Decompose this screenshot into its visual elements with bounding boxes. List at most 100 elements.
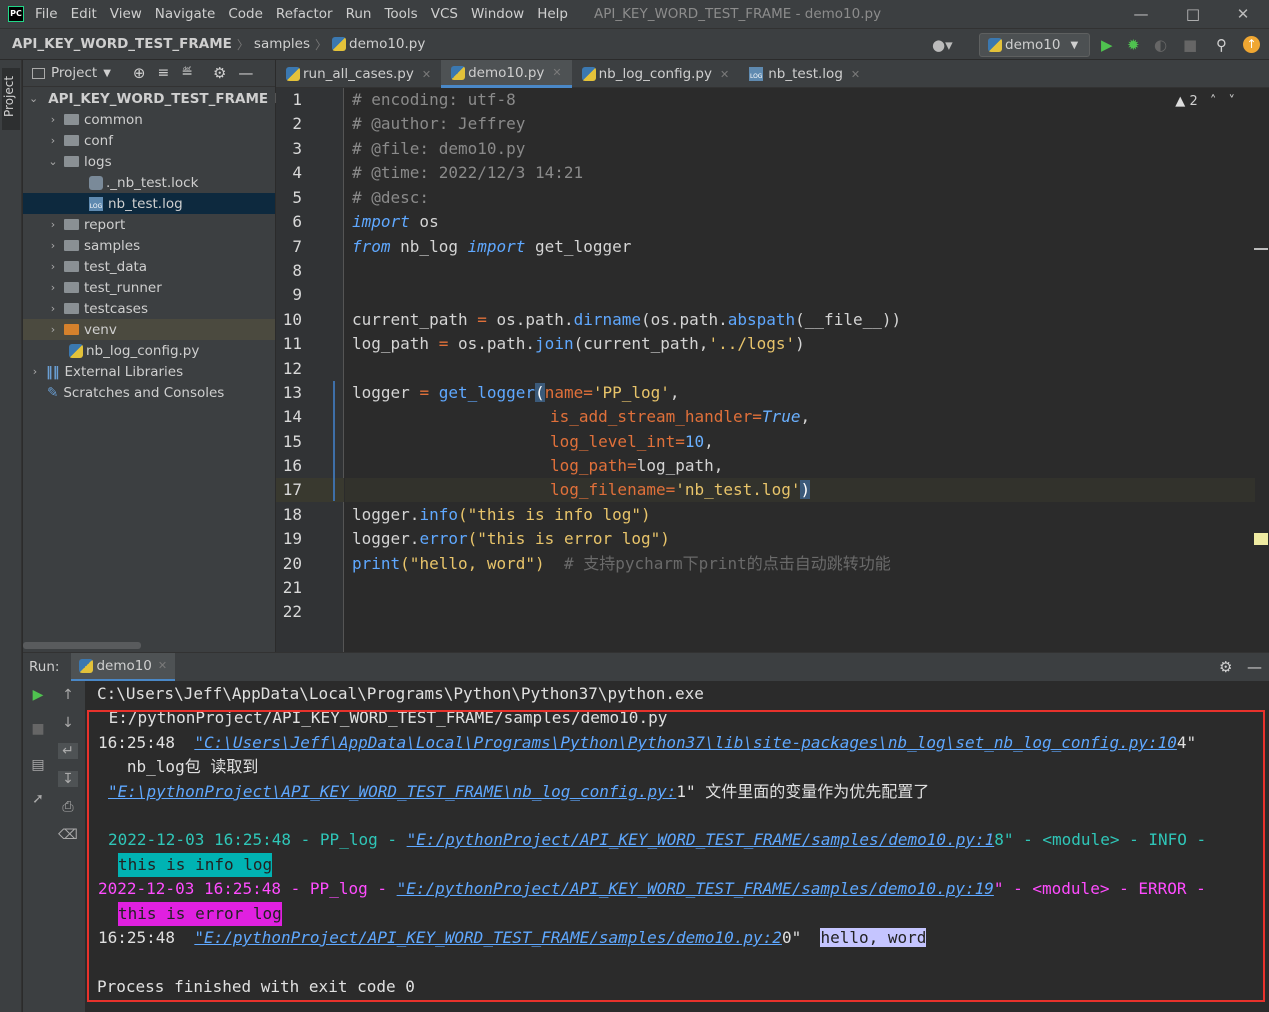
tree-item-nb-test-lock[interactable]: ._nb_test.lock (23, 172, 275, 193)
debug-icon[interactable]: ✹ (1127, 37, 1140, 53)
menu-edit[interactable]: Edit (71, 6, 97, 22)
python-file-icon (581, 67, 596, 81)
tree-item-nb-test-log[interactable]: LOG nb_test.log (23, 193, 275, 214)
close-tab-icon[interactable]: ✕ (720, 68, 729, 81)
vertical-scrollbar[interactable] (1254, 88, 1269, 652)
close-tab-icon[interactable]: ✕ (422, 68, 431, 81)
python-file-icon (79, 658, 94, 673)
line-number: 13 (282, 383, 302, 402)
hide-panel-icon[interactable]: — (238, 64, 253, 82)
tree-item-scratches[interactable]: ✎ Scratches and Consoles (23, 382, 275, 403)
menu-window[interactable]: Window (471, 6, 524, 22)
tree-item-testcases[interactable]: › testcases (23, 298, 275, 319)
maximize-button[interactable]: □ (1169, 0, 1217, 28)
menu-vcs[interactable]: VCS (431, 6, 458, 22)
rerun-icon[interactable]: ▶ (28, 687, 48, 703)
tree-item-test-runner[interactable]: › test_runner (23, 277, 275, 298)
code-line-15: log_level_int=10, (550, 430, 714, 454)
tree-item-external-libraries[interactable]: › ‖‖ External Libraries (23, 361, 275, 382)
menu-run[interactable]: Run (346, 6, 372, 22)
run-tab-demo10[interactable]: demo10 ✕ (71, 652, 176, 682)
minimize-button[interactable]: — (1117, 0, 1165, 28)
menu-refactor[interactable]: Refactor (276, 6, 333, 22)
print-icon[interactable]: ⎙ (58, 799, 78, 815)
pin-icon[interactable]: ➚ (28, 791, 48, 807)
run-configuration-select[interactable]: demo10 ▼ (979, 33, 1090, 57)
tree-item-test-data[interactable]: › test_data (23, 256, 275, 277)
update-icon[interactable]: ↑ (1243, 36, 1260, 53)
gear-icon[interactable]: ⚙ (1219, 658, 1232, 676)
chevron-down-icon[interactable]: ˅ (1229, 94, 1236, 109)
chevron-down-icon: ⌄ (48, 155, 58, 168)
tab-nb-log-config[interactable]: nb_log_config.py ✕ (572, 60, 740, 88)
function-name: join (535, 334, 574, 353)
tree-item-label: nb_log_config.py (86, 342, 200, 359)
tree-item-conf[interactable]: › conf (23, 130, 275, 151)
menu-help[interactable]: Help (537, 6, 568, 22)
tree-item-venv[interactable]: › venv (23, 319, 275, 340)
chevron-right-icon: › (50, 260, 56, 273)
function-name: info (419, 505, 458, 524)
inspection-widget[interactable]: ▲ 2 ˄ ˅ (1175, 94, 1235, 109)
chevron-right-icon: › (32, 365, 38, 378)
close-tab-icon[interactable]: ✕ (851, 68, 860, 81)
tab-nb-test-log[interactable]: LOG nb_test.log ✕ (739, 60, 870, 88)
menu-navigate[interactable]: Navigate (155, 6, 216, 22)
tree-item-nb-log-config[interactable]: nb_log_config.py (23, 340, 275, 361)
code-text: (os.path. (641, 310, 728, 329)
run-icon[interactable]: ▶ (1101, 37, 1113, 53)
tree-item-common[interactable]: › common (23, 109, 275, 130)
code-line-18: logger.info("this is info log") (352, 503, 651, 527)
tree-item-report[interactable]: › report (23, 214, 275, 235)
chevron-right-icon: › (50, 113, 56, 126)
tab-demo10[interactable]: demo10.py ✕ (441, 60, 572, 88)
menu-code[interactable]: Code (228, 6, 263, 22)
string-literal: ("hello, word") (400, 554, 545, 573)
collapse-all-icon[interactable]: ≝ (181, 65, 193, 81)
menu-tools[interactable]: Tools (384, 6, 417, 22)
coverage-icon[interactable]: ◐ (1154, 37, 1167, 53)
warning-marker (1254, 533, 1268, 545)
close-tab-icon[interactable]: ✕ (552, 66, 561, 79)
parameter-name: name= (544, 383, 593, 402)
breadcrumb-project[interactable]: API_KEY_WORD_TEST_FRAME (12, 36, 232, 52)
code-line-2: # @author: Jeffrey (352, 114, 526, 133)
code-line-10: current_path = os.path.dirname(os.path.a… (352, 308, 901, 332)
horizontal-scrollbar[interactable] (23, 642, 141, 649)
close-window-button[interactable]: ✕ (1219, 0, 1267, 28)
tree-item-logs[interactable]: ⌄ logs (23, 151, 275, 172)
user-account-icon[interactable]: ●▾ (932, 37, 953, 53)
chevron-up-icon[interactable]: ˄ (1210, 94, 1217, 109)
stop-icon[interactable]: ■ (28, 721, 48, 737)
expand-all-icon[interactable]: ≡ (157, 65, 169, 81)
soft-wrap-icon[interactable]: ↵ (58, 743, 78, 759)
tree-item-label: Scratches and Consoles (63, 384, 225, 401)
tree-item-samples[interactable]: › samples (23, 235, 275, 256)
scroll-to-end-icon[interactable]: ↧ (58, 771, 78, 787)
chevron-right-icon: › (50, 134, 56, 147)
breadcrumb-folder[interactable]: samples (254, 36, 310, 52)
arrow-down-icon[interactable]: ↓ (58, 715, 78, 731)
stop-icon[interactable]: ■ (1183, 37, 1197, 53)
tree-item-project-root[interactable]: ⌄ API_KEY_WORD_TEST_FRAME E: (23, 88, 287, 109)
trash-icon[interactable]: ⌫ (58, 827, 78, 843)
tab-run-all-cases[interactable]: run_all_cases.py ✕ (276, 60, 441, 88)
operator: = (419, 383, 430, 402)
chevron-down-icon[interactable]: ▼ (103, 68, 111, 79)
arrow-up-icon[interactable]: ↑ (58, 687, 78, 703)
gear-icon[interactable]: ⚙ (213, 64, 226, 82)
tree-item-label: API_KEY_WORD_TEST_FRAME (48, 90, 269, 107)
hide-panel-icon[interactable]: — (1247, 658, 1262, 676)
scratches-icon: ✎ (47, 384, 59, 401)
folder-icon (64, 135, 79, 146)
menu-file[interactable]: File (35, 6, 58, 22)
project-tool-window-button[interactable]: Project (2, 68, 20, 130)
breadcrumb-file[interactable]: demo10.py (349, 36, 425, 52)
search-icon[interactable]: ⚲ (1216, 37, 1227, 53)
code-editor[interactable]: # encoding: utf-8 # @author: Jeffrey # @… (345, 88, 1255, 652)
menu-view[interactable]: View (110, 6, 142, 22)
project-view-label[interactable]: Project (51, 65, 97, 81)
close-tab-icon[interactable]: ✕ (158, 659, 167, 672)
locate-icon[interactable]: ⊕ (133, 64, 146, 82)
layout-icon[interactable]: ▤ (28, 757, 48, 773)
